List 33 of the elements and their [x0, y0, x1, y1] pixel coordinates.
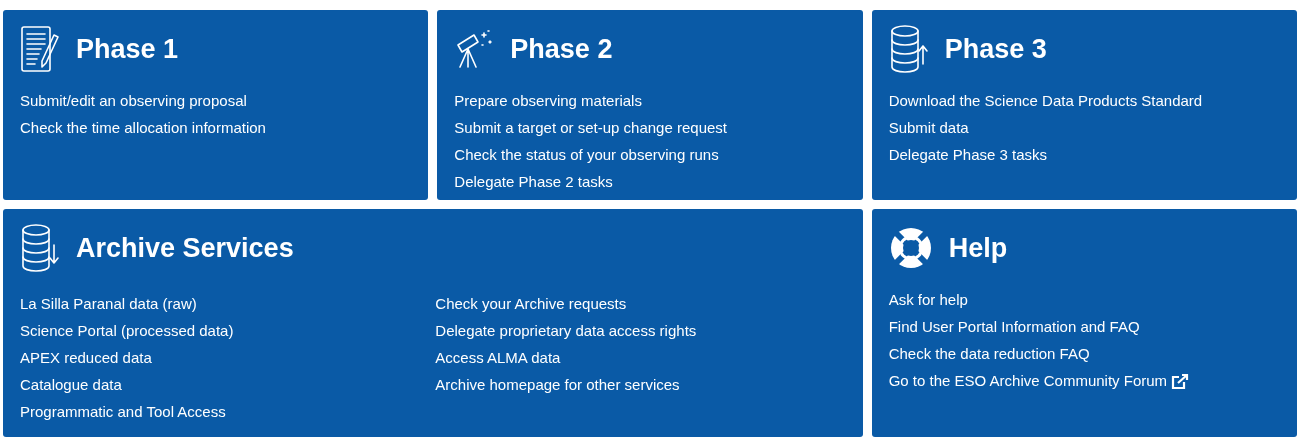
card-link[interactable]: Go to the ESO Archive Community Forum — [888, 370, 1168, 393]
card-link[interactable]: La Silla Paranal data (raw) — [20, 293, 197, 316]
card-link[interactable]: Check your Archive requests — [435, 293, 627, 316]
card-link[interactable]: Archive homepage for other services — [435, 374, 680, 397]
card-link[interactable]: Catalogue data — [20, 374, 122, 397]
card-link[interactable]: Delegate proprietary data access rights — [435, 320, 697, 343]
card-link[interactable]: Submit a target or set-up change request — [454, 117, 727, 140]
card-link[interactable]: Access ALMA data — [435, 347, 561, 370]
card-link[interactable]: Check the status of your observing runs — [454, 144, 719, 167]
card-link[interactable]: Submit data — [888, 117, 969, 140]
telescope-icon — [454, 29, 495, 69]
card-title: Phase 1 — [76, 32, 179, 66]
card-link[interactable]: Delegate Phase 3 tasks — [888, 144, 1048, 167]
card-link[interactable]: Ask for help — [888, 289, 968, 312]
card-title: Phase 3 — [944, 32, 1047, 66]
lifebuoy-icon — [888, 226, 933, 270]
card-title: Phase 2 — [510, 32, 613, 66]
card-link[interactable]: Submit/edit an observing proposal — [20, 90, 247, 113]
card-link[interactable]: Science Portal (processed data) — [20, 320, 234, 343]
card-link[interactable]: Programmatic and Tool Access — [20, 401, 226, 424]
card-title: Archive Services — [76, 231, 294, 265]
notepad-pencil-icon — [20, 25, 60, 73]
database-upload-icon — [888, 24, 929, 74]
database-download-icon — [20, 223, 60, 273]
card-title: Help — [948, 231, 1008, 265]
card-link[interactable]: Check the data reduction FAQ — [888, 343, 1090, 366]
card-link[interactable]: APEX reduced data — [20, 347, 152, 370]
card-link[interactable]: Delegate Phase 2 tasks — [454, 171, 613, 194]
card-link[interactable]: Check the time allocation information — [20, 117, 266, 140]
card-link[interactable]: Find User Portal Information and FAQ — [888, 316, 1140, 339]
external-link-icon[interactable] — [1171, 373, 1190, 390]
card-link[interactable]: Download the Science Data Products Standard — [888, 90, 1203, 113]
card-link[interactable]: Prepare observing materials — [454, 90, 642, 113]
